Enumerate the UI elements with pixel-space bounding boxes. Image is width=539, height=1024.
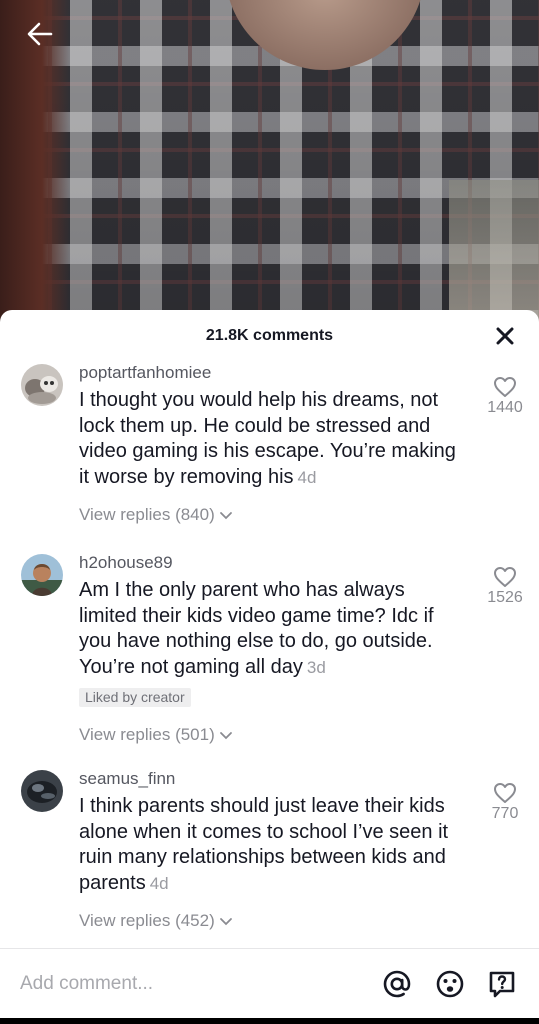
view-replies-label: View replies (501) <box>79 725 215 744</box>
comment-item: seamus_finn I think parents should just … <box>0 768 539 948</box>
chevron-down-icon <box>219 512 232 520</box>
comment-text: I think parents should just leave their … <box>79 794 461 896</box>
avatar-image <box>21 364 63 406</box>
comment-username[interactable]: seamus_finn <box>79 768 461 790</box>
back-button[interactable] <box>22 16 58 52</box>
view-replies-label: View replies (840) <box>79 505 215 524</box>
at-sign-icon <box>383 970 411 998</box>
comment-timestamp: 4d <box>297 467 317 487</box>
comments-sheet: 21.8K comments poptartfanhomiee I though… <box>0 310 539 1024</box>
view-replies-button[interactable]: View replies (840) <box>79 505 233 525</box>
emoji-button[interactable] <box>433 967 467 1001</box>
avatar[interactable] <box>21 364 63 406</box>
comment-item: h2ohouse89 Am I the only parent who has … <box>0 552 539 768</box>
comment-username[interactable]: poptartfanhomiee <box>79 362 461 384</box>
emoji-icon <box>436 970 464 998</box>
mention-button[interactable] <box>380 967 414 1001</box>
like-button[interactable]: 770 <box>483 782 527 823</box>
comment-timestamp: 4d <box>149 873 169 893</box>
like-count: 1440 <box>487 399 523 416</box>
like-button[interactable]: 1526 <box>483 566 527 607</box>
video-background-face <box>225 0 425 70</box>
avatar[interactable] <box>21 770 63 812</box>
like-count: 770 <box>491 805 519 822</box>
chevron-down-icon <box>219 732 232 740</box>
close-button[interactable] <box>493 324 517 348</box>
system-bottom-strip <box>0 1018 539 1024</box>
comment-username[interactable]: h2ohouse89 <box>79 552 461 574</box>
video-background <box>0 0 539 330</box>
comment-input[interactable] <box>20 969 350 999</box>
back-arrow-icon <box>27 22 53 46</box>
comment-text: Am I the only parent who has always limi… <box>79 578 461 680</box>
comment-input-bar <box>0 948 539 1019</box>
comment-body: I think parents should just leave their … <box>79 795 449 894</box>
screen: 21.8K comments poptartfanhomiee I though… <box>0 0 539 1024</box>
chevron-down-icon <box>219 918 232 926</box>
question-button[interactable] <box>485 967 519 1001</box>
avatar-image <box>21 770 63 812</box>
close-icon <box>496 327 514 345</box>
view-replies-button[interactable]: View replies (501) <box>79 725 233 745</box>
heart-icon <box>494 377 516 397</box>
comment-item: poptartfanhomiee I thought you would hel… <box>0 362 539 552</box>
avatar[interactable] <box>21 554 63 596</box>
view-replies-button[interactable]: View replies (452) <box>79 911 233 931</box>
view-replies-label: View replies (452) <box>79 911 215 930</box>
liked-by-creator-badge: Liked by creator <box>79 688 191 707</box>
like-button[interactable]: 1440 <box>483 376 527 417</box>
heart-icon <box>494 783 516 803</box>
comments-header: 21.8K comments <box>0 310 539 362</box>
comment-count: 21.8K comments <box>205 327 334 344</box>
comment-list: poptartfanhomiee I thought you would hel… <box>0 362 539 948</box>
comment-timestamp: 3d <box>306 657 326 677</box>
heart-icon <box>494 567 516 587</box>
avatar-image <box>21 554 63 596</box>
comment-body: I thought you would help his dreams, not… <box>79 389 456 488</box>
like-count: 1526 <box>487 589 523 606</box>
video-background-railing <box>449 180 539 330</box>
question-icon <box>489 971 515 998</box>
comment-text: I thought you would help his dreams, not… <box>79 388 461 490</box>
comment-body: Am I the only parent who has always limi… <box>79 579 434 678</box>
